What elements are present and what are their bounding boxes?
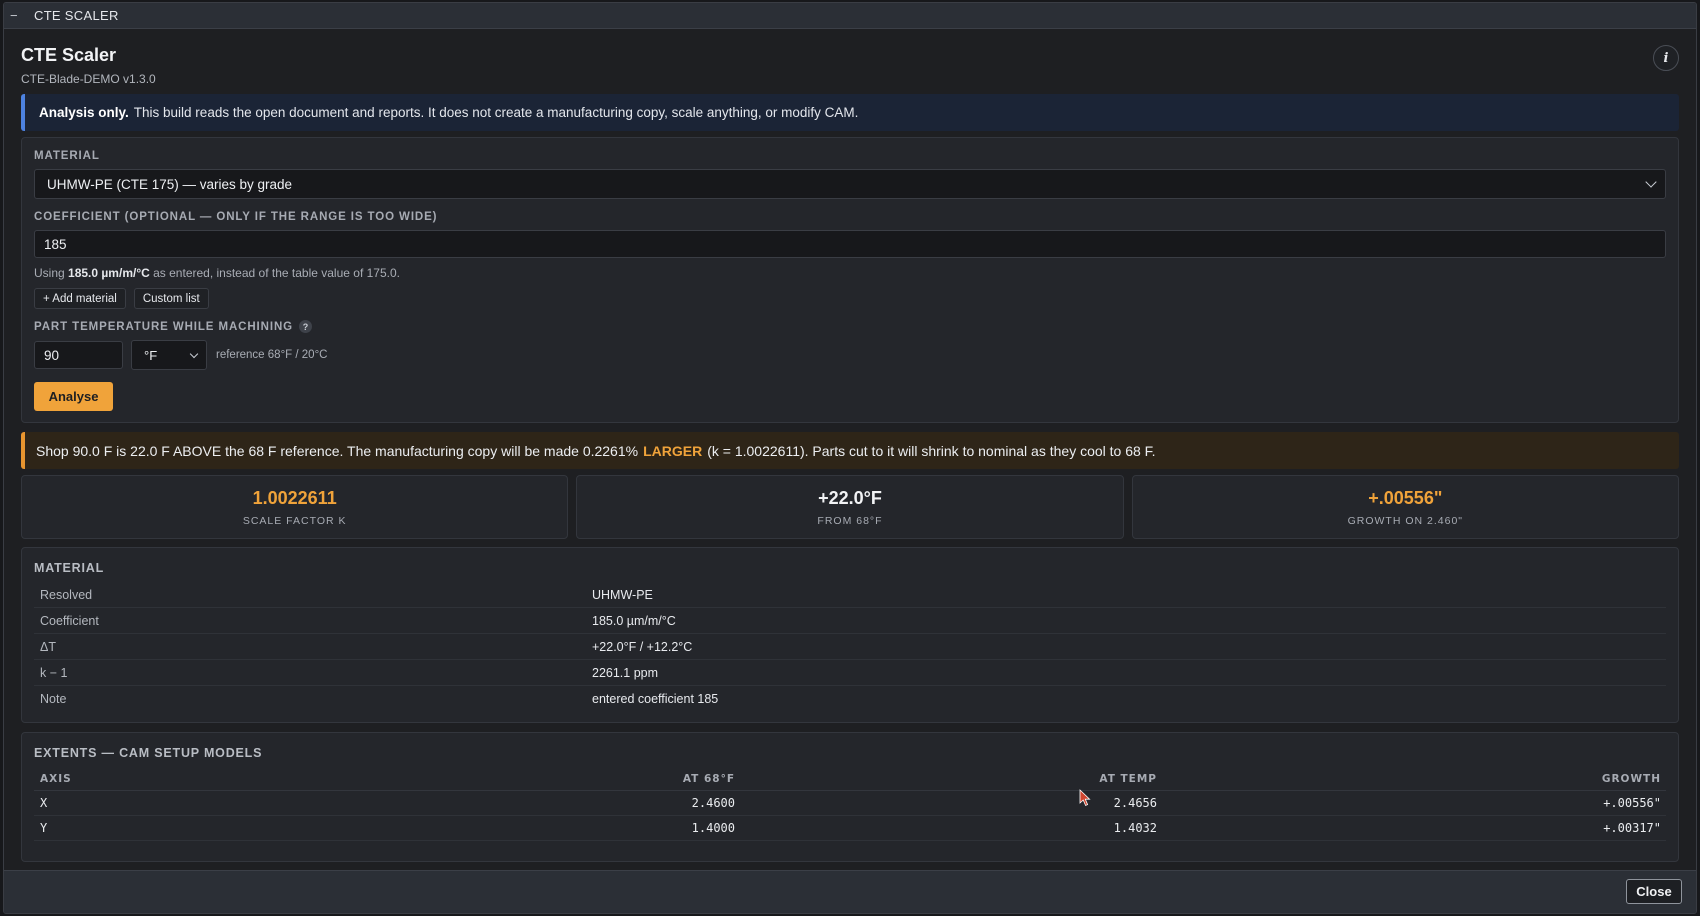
- column-header-at-temp: AT TEMP: [735, 768, 1157, 791]
- cell-axis: X: [34, 790, 314, 816]
- detail-value: 185.0 µm/m/°C: [592, 613, 676, 628]
- result-banner: Shop 90.0 F is 22.0 F ABOVE the 68 F ref…: [21, 432, 1679, 469]
- coefficient-value: 185: [44, 236, 67, 252]
- detail-row: ΔT +22.0°F / +12.2°C: [34, 634, 1666, 660]
- cell-at-temp: 2.4656: [735, 790, 1157, 816]
- notice-bold: Analysis only.: [39, 105, 129, 120]
- extents-header-row: AXIS AT 68°F AT TEMP GROWTH: [34, 768, 1666, 791]
- coefficient-hint: Using 185.0 µm/m/°C as entered, instead …: [34, 266, 1666, 280]
- stat-value: +.00556": [1368, 487, 1443, 508]
- stat-value: +22.0°F: [818, 487, 882, 508]
- cell-at-68f: 2.4600: [314, 790, 735, 816]
- temperature-label-row: PART TEMPERATURE WHILE MACHINING ?: [34, 320, 1666, 333]
- detail-key: Coefficient: [40, 613, 99, 628]
- cell-at-temp: 1.4032: [735, 815, 1157, 841]
- column-header-growth: GROWTH: [1157, 768, 1666, 791]
- table-row: X 2.4600 2.4656 +.00556": [34, 790, 1666, 816]
- material-section-title: MATERIAL: [34, 561, 105, 575]
- window-title: CTE SCALER: [34, 8, 119, 23]
- detail-key: Resolved: [40, 587, 93, 602]
- extents-table: AXIS AT 68°F AT TEMP GROWTH X 2.4600 2.4…: [34, 768, 1666, 841]
- cell-growth: +.00317": [1157, 815, 1666, 841]
- result-highlight: LARGER: [643, 442, 703, 459]
- detail-row: Coefficient 185.0 µm/m/°C: [34, 608, 1666, 634]
- cte-scaler-window: − CTE SCALER CTE Scaler CTE-Blade-DEMO v…: [3, 2, 1697, 914]
- analysis-notice: Analysis only. This build reads the open…: [21, 94, 1679, 131]
- result-text-before: Shop 90.0 F is 22.0 F ABOVE the 68 F ref…: [36, 442, 639, 459]
- table-row: Y 1.4000 1.4032 +.00317": [34, 815, 1666, 841]
- dialog-content: CTE Scaler CTE-Blade-DEMO v1.3.0 i Analy…: [4, 30, 1696, 870]
- stat-label: GROWTH ON 2.460": [1347, 514, 1464, 527]
- detail-value: 2261.1 ppm: [592, 665, 659, 680]
- temperature-row: 90 °F reference 68°F / 20°C: [34, 340, 1666, 370]
- extents-section-title: EXTENTS — CAM SETUP MODELS: [34, 746, 263, 760]
- coefficient-input[interactable]: 185: [34, 230, 1666, 258]
- stats-row: 1.0022611 SCALE FACTOR K +22.0°F FROM 68…: [21, 475, 1679, 539]
- cell-at-68f: 1.4000: [314, 815, 735, 841]
- reference-text: reference 68°F / 20°C: [216, 349, 328, 361]
- material-details-panel: MATERIAL Resolved UHMW-PE Coefficient 18…: [21, 547, 1679, 723]
- hint-bold: 185.0 µm/m/°C: [68, 266, 150, 280]
- material-buttons: + Add material Custom list: [34, 288, 1666, 309]
- detail-value: +22.0°F / +12.2°C: [592, 639, 693, 654]
- unit-select-value: °F: [144, 347, 158, 363]
- chevron-down-icon: [189, 349, 199, 359]
- help-icon[interactable]: ?: [299, 320, 313, 333]
- column-header-axis: AXIS: [34, 768, 314, 791]
- window-titlebar: − CTE SCALER: [4, 3, 1696, 29]
- hint-prefix: Using: [34, 266, 65, 280]
- detail-row: Resolved UHMW-PE: [34, 582, 1666, 608]
- hint-suffix: as entered, instead of the table value o…: [153, 266, 400, 280]
- app-version: CTE-Blade-DEMO v1.3.0: [21, 72, 156, 86]
- material-label: MATERIAL: [34, 150, 100, 162]
- input-panel: MATERIAL UHMW-PE (CTE 175) — varies by g…: [21, 137, 1679, 423]
- cell-growth: +.00556": [1157, 790, 1666, 816]
- chevron-down-icon: [1645, 176, 1657, 188]
- temperature-input[interactable]: 90: [34, 341, 123, 369]
- app-title: CTE Scaler: [21, 45, 117, 65]
- collapse-icon[interactable]: −: [10, 8, 24, 23]
- detail-key: Note: [40, 692, 67, 706]
- stat-card-growth: +.00556" GROWTH ON 2.460": [1131, 475, 1679, 539]
- stat-label: FROM 68°F: [817, 514, 883, 527]
- info-icon[interactable]: i: [1653, 45, 1679, 71]
- temperature-value: 90: [44, 347, 60, 363]
- temperature-label: PART TEMPERATURE WHILE MACHINING: [34, 320, 294, 333]
- result-text-after: (k = 1.0022611). Parts cut to it will sh…: [707, 442, 1156, 459]
- header: CTE Scaler CTE-Blade-DEMO v1.3.0 i: [21, 30, 1679, 86]
- column-header-at-68f: AT 68°F: [314, 768, 735, 791]
- close-button[interactable]: Close: [1626, 879, 1682, 904]
- material-select[interactable]: UHMW-PE (CTE 175) — varies by grade: [34, 169, 1666, 199]
- extents-panel: EXTENTS — CAM SETUP MODELS AXIS AT 68°F …: [21, 732, 1679, 862]
- detail-row: k − 1 2261.1 ppm: [34, 660, 1666, 686]
- stat-value: 1.0022611: [252, 487, 337, 508]
- detail-key: ΔT: [40, 639, 56, 654]
- detail-value: UHMW-PE: [592, 587, 653, 602]
- coefficient-label: COEFFICIENT (OPTIONAL — ONLY IF THE RANG…: [34, 211, 438, 223]
- material-details-list: Resolved UHMW-PE Coefficient 185.0 µm/m/…: [34, 582, 1666, 712]
- custom-list-button[interactable]: Custom list: [133, 288, 209, 309]
- notice-text: This build reads the open document and r…: [133, 105, 859, 120]
- analyse-button[interactable]: Analyse: [34, 382, 113, 411]
- stat-label: SCALE FACTOR K: [242, 514, 347, 527]
- stat-card-scale-factor: 1.0022611 SCALE FACTOR K: [21, 475, 569, 539]
- material-select-value: UHMW-PE (CTE 175) — varies by grade: [47, 176, 293, 192]
- detail-key: k − 1: [40, 665, 68, 680]
- detail-row: Note entered coefficient 185: [34, 686, 1666, 712]
- stat-card-delta-temp: +22.0°F FROM 68°F: [576, 475, 1124, 539]
- add-material-button[interactable]: + Add material: [34, 288, 126, 309]
- cell-axis: Y: [34, 815, 314, 841]
- unit-select[interactable]: °F: [131, 340, 207, 370]
- dialog-footer: Close: [4, 870, 1696, 913]
- mouse-cursor-icon: [1079, 789, 1091, 807]
- detail-value: entered coefficient 185: [592, 692, 719, 706]
